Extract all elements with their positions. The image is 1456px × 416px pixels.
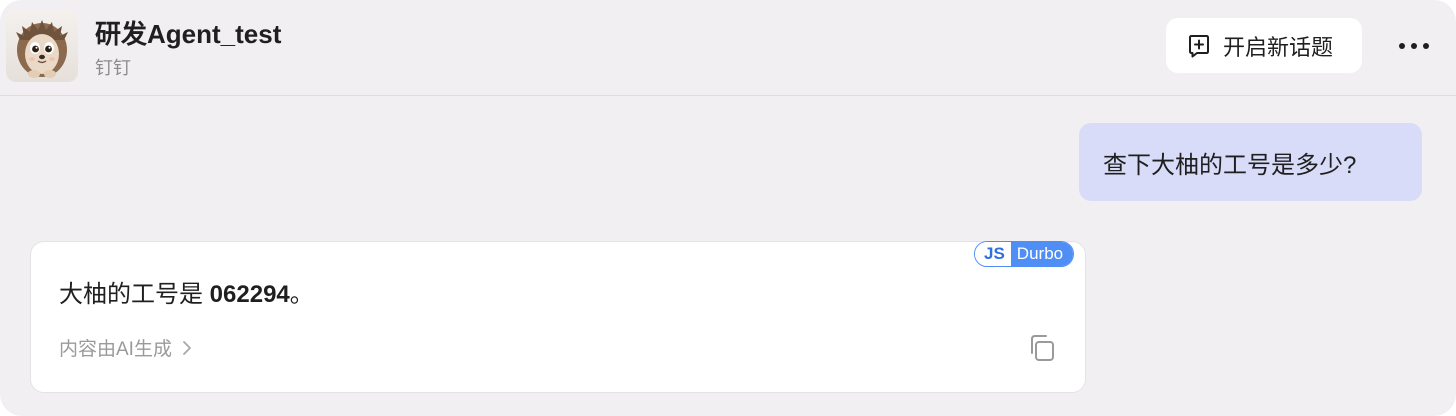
bot-answer-prefix: 大柚的工号是 bbox=[59, 281, 210, 308]
user-message-text: 查下大柚的工号是多少? bbox=[1103, 151, 1357, 179]
more-horizontal-icon bbox=[1399, 43, 1429, 49]
employee-number: 062294 bbox=[209, 281, 290, 308]
chat-window: 研发Agent_test 钉钉 开启新话题 查下大柚的工号是多少? 大柚的工号是… bbox=[0, 0, 1456, 416]
bot-answer-text: 大柚的工号是 062294。 bbox=[59, 274, 314, 309]
chevron-right-icon bbox=[183, 340, 191, 355]
avatar[interactable] bbox=[6, 10, 78, 82]
user-message-bubble: 查下大柚的工号是多少? bbox=[1079, 123, 1422, 201]
plus-square-icon bbox=[1189, 34, 1209, 57]
copy-button[interactable] bbox=[1027, 333, 1057, 363]
more-options-button[interactable] bbox=[1394, 32, 1434, 60]
chat-header: 研发Agent_test 钉钉 开启新话题 bbox=[0, 0, 1456, 96]
agent-badge-name: Durbo bbox=[1010, 242, 1074, 266]
page-title: 研发Agent_test bbox=[95, 19, 282, 49]
copy-icon bbox=[1031, 335, 1054, 361]
page-subtitle: 钉钉 bbox=[95, 58, 131, 78]
agent-badge-js: JS bbox=[975, 242, 1011, 266]
hedgehog-avatar-icon bbox=[16, 20, 68, 78]
agent-badge: JS Durbo bbox=[974, 241, 1075, 267]
bot-message-card: 大柚的工号是 062294。 内容由AI生成 bbox=[30, 241, 1086, 393]
ai-generated-label: 内容由AI生成 bbox=[59, 339, 172, 360]
new-topic-button[interactable]: 开启新话题 bbox=[1166, 18, 1362, 73]
bot-answer-suffix: 。 bbox=[289, 281, 314, 308]
new-topic-label: 开启新话题 bbox=[1223, 34, 1334, 60]
ai-generated-note[interactable]: 内容由AI生成 bbox=[59, 334, 194, 361]
